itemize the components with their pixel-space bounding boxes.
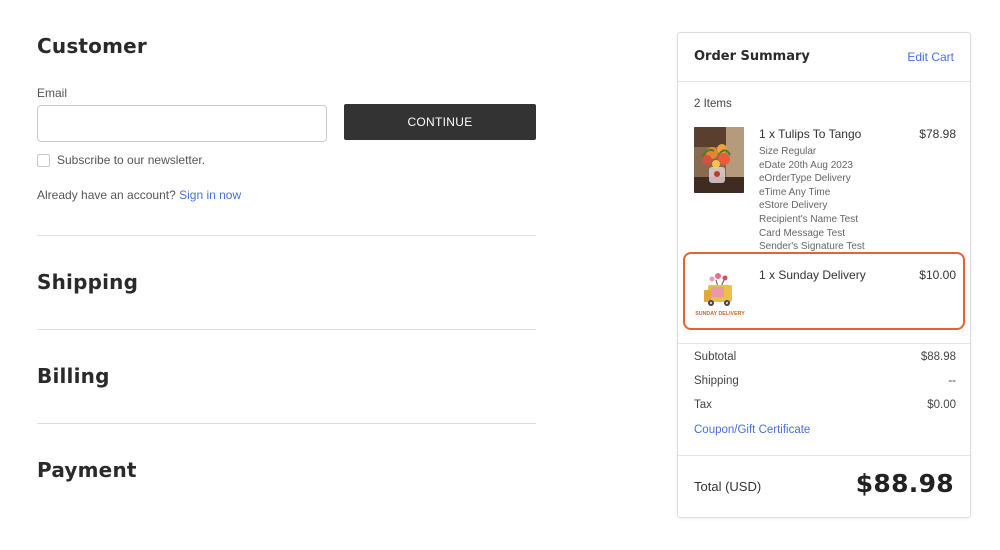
billing-section-title[interactable]: Billing — [37, 364, 110, 388]
sign-in-link[interactable]: Sign in now — [179, 188, 241, 202]
item-count: 2 Items — [694, 98, 732, 110]
newsletter-label: Subscribe to our newsletter. — [57, 153, 206, 167]
item-option: Recipient's Name Test — [759, 213, 858, 225]
item-option: eStore Delivery — [759, 200, 828, 212]
tax-value: $0.00 — [927, 399, 956, 411]
item-option: Card Message Test — [759, 227, 845, 239]
subtotal-label: Subtotal — [694, 351, 737, 363]
total-value: $88.98 — [855, 469, 954, 498]
cart-item-details: 1 x Tulips To Tango Size Regular eDate 2… — [759, 127, 909, 254]
shipping-label: Shipping — [694, 375, 739, 387]
section-divider — [37, 423, 536, 424]
item-option: eTime Any Time — [759, 186, 831, 198]
total-divider — [678, 455, 970, 456]
shipping-row: Shipping -- — [694, 375, 956, 387]
item-option: eOrderType Delivery — [759, 173, 851, 185]
section-divider — [37, 235, 536, 236]
shipping-value: -- — [948, 375, 956, 387]
tax-label: Tax — [694, 399, 712, 411]
cart-item: 1 x Tulips To Tango Size Regular eDate 2… — [694, 127, 956, 257]
continue-button[interactable]: CONTINUE — [344, 104, 536, 140]
cart-item-name: 1 x Tulips To Tango — [759, 127, 862, 141]
cart-item-price: $78.98 — [919, 127, 956, 141]
sign-in-prompt: Already have an account? Sign in now — [37, 188, 241, 202]
email-field[interactable] — [37, 105, 327, 142]
shipping-section-title[interactable]: Shipping — [37, 270, 138, 294]
email-label: Email — [37, 86, 68, 100]
cart-item-options: Size Regular eDate 20th Aug 2023 eOrderT… — [759, 145, 909, 254]
order-summary-header: Order Summary Edit Cart — [678, 33, 970, 82]
tulip-bouquet-image — [694, 127, 744, 193]
subtotal-row: Subtotal $88.98 — [694, 351, 956, 363]
item-option: Size Regular — [759, 146, 817, 157]
edit-cart-link[interactable]: Edit Cart — [907, 50, 954, 64]
section-divider — [37, 329, 536, 330]
payment-section-title[interactable]: Payment — [37, 458, 137, 482]
subtotal-value: $88.98 — [920, 351, 956, 363]
total-label: Total (USD) — [694, 479, 762, 494]
account-prompt-text: Already have an account? — [37, 188, 176, 202]
highlight-box — [683, 252, 965, 330]
coupon-gift-certificate-link[interactable]: Coupon/Gift Certificate — [694, 424, 810, 436]
order-summary-title: Order Summary — [694, 49, 810, 64]
customer-section-title: Customer — [37, 34, 147, 58]
newsletter-option[interactable]: Subscribe to our newsletter. — [37, 153, 205, 167]
tax-row: Tax $0.00 — [694, 399, 956, 411]
totals-divider — [678, 343, 970, 344]
newsletter-checkbox[interactable] — [37, 153, 50, 167]
item-option: eDate 20th Aug 2023 — [759, 159, 853, 171]
